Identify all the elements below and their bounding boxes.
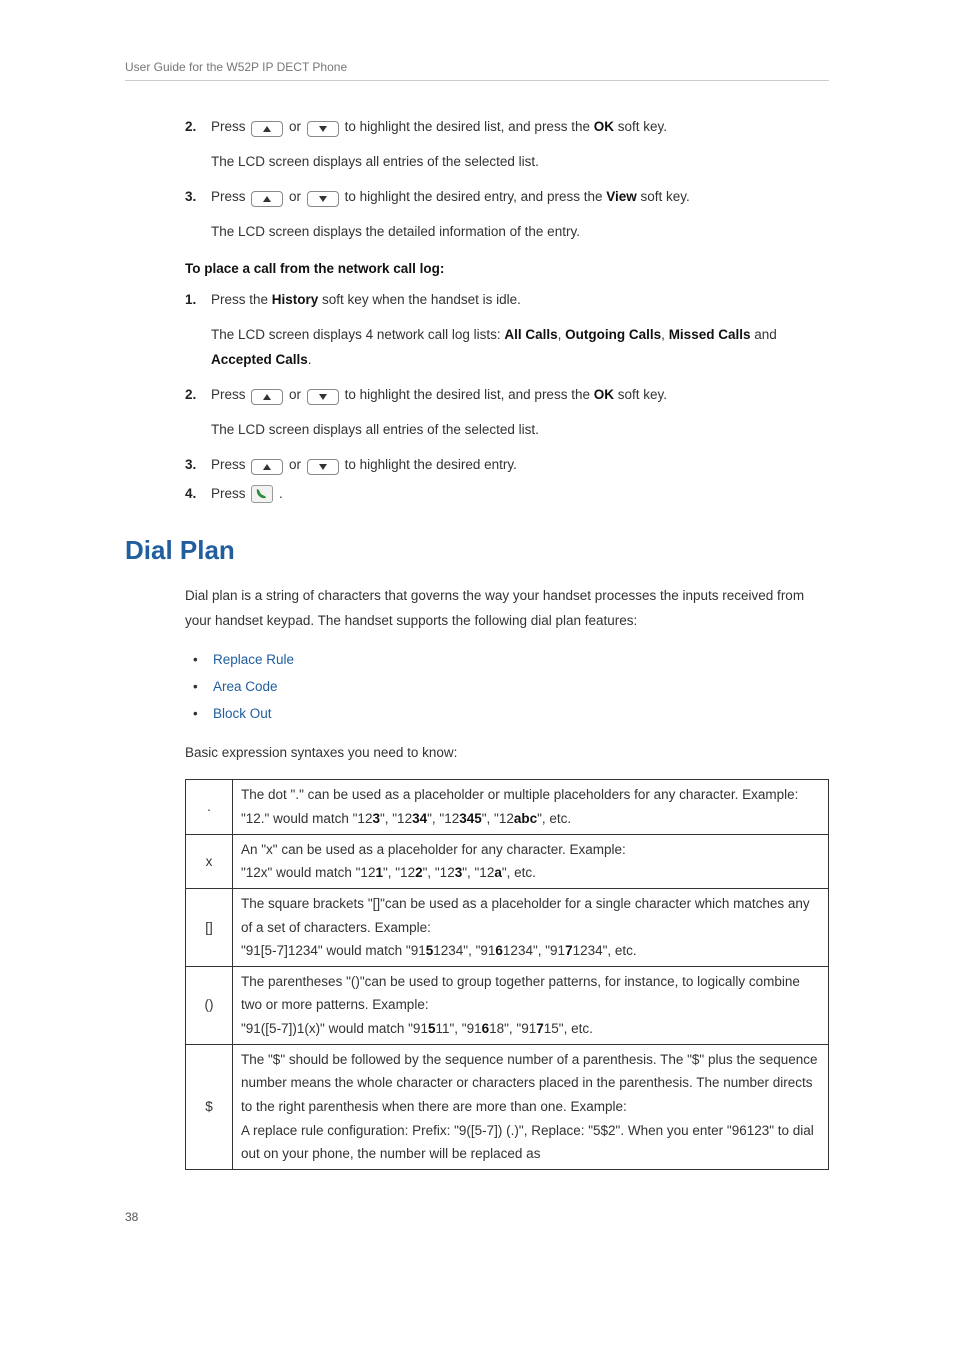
table-row: [] The square brackets "[]"can be used a…	[186, 888, 829, 966]
syntax-desc-cell: The "$" should be followed by the sequen…	[233, 1044, 829, 1169]
step-marker: 3.	[185, 453, 211, 478]
step-marker: 2.	[185, 115, 211, 140]
ok-label: OK	[594, 119, 614, 134]
link-replace-rule[interactable]: Replace Rule	[213, 652, 294, 667]
section-title: Dial Plan	[125, 535, 829, 566]
content-area: 2. Press or to highlight the desired lis…	[185, 115, 829, 507]
down-arrow-icon	[307, 191, 339, 207]
step-body: Press or to highlight the desired entry.	[211, 453, 829, 478]
syntax-desc-cell: The square brackets "[]"can be used as a…	[233, 888, 829, 966]
step-subtext: The LCD screen displays all entries of t…	[211, 150, 829, 175]
syntax-table: . The dot "." can be used as a placehold…	[185, 779, 829, 1169]
feature-bullets: Replace Rule Area Code Block Out	[185, 648, 829, 727]
history-label: History	[272, 292, 319, 307]
table-row: x An "x" can be used as a placeholder fo…	[186, 834, 829, 888]
step-subtext: The LCD screen displays the detailed inf…	[211, 220, 829, 245]
syntax-desc-cell: The parentheses "()"can be used to group…	[233, 966, 829, 1044]
syntax-desc-cell: The dot "." can be used as a placeholder…	[233, 780, 829, 834]
link-block-out[interactable]: Block Out	[213, 706, 272, 721]
step-body: Press the History soft key when the hand…	[211, 288, 829, 313]
step-marker: 4.	[185, 482, 211, 507]
list-item: 3. Press or to highlight the desired ent…	[185, 185, 829, 210]
list-item: Block Out	[185, 702, 829, 727]
table-row: $ The "$" should be followed by the sequ…	[186, 1044, 829, 1169]
step-subtext: The LCD screen displays 4 network call l…	[211, 323, 829, 373]
up-arrow-icon	[251, 191, 283, 207]
step-list-a2: 3. Press or to highlight the desired ent…	[185, 185, 829, 210]
ok-label: OK	[594, 387, 614, 402]
syntax-desc-cell: An "x" can be used as a placeholder for …	[233, 834, 829, 888]
step-marker: 1.	[185, 288, 211, 313]
step-body: Press or to highlight the desired list, …	[211, 115, 829, 140]
up-arrow-icon	[251, 459, 283, 475]
section-body: Dial plan is a string of characters that…	[185, 584, 829, 1170]
page-number: 38	[125, 1210, 829, 1224]
step-list-b3: 3. Press or to highlight the desired ent…	[185, 453, 829, 507]
table-row: . The dot "." can be used as a placehold…	[186, 780, 829, 834]
step-list-b2: 2. Press or to highlight the desired lis…	[185, 383, 829, 408]
list-item: 2. Press or to highlight the desired lis…	[185, 115, 829, 140]
syntax-symbol-cell: x	[186, 834, 233, 888]
table-row: () The parentheses "()"can be used to gr…	[186, 966, 829, 1044]
step-list-b: 1. Press the History soft key when the h…	[185, 288, 829, 313]
down-arrow-icon	[307, 459, 339, 475]
syntax-symbol-cell: ()	[186, 966, 233, 1044]
intro-paragraph: Dial plan is a string of characters that…	[185, 584, 829, 634]
step-body: Press or to highlight the desired entry,…	[211, 185, 829, 210]
step-marker: 3.	[185, 185, 211, 210]
up-arrow-icon	[251, 389, 283, 405]
list-item: 2. Press or to highlight the desired lis…	[185, 383, 829, 408]
syntax-symbol-cell: .	[186, 780, 233, 834]
list-item: Replace Rule	[185, 648, 829, 673]
running-header: User Guide for the W52P IP DECT Phone	[125, 60, 829, 81]
page: User Guide for the W52P IP DECT Phone 2.…	[0, 0, 954, 1264]
syntax-intro: Basic expression syntaxes you need to kn…	[185, 741, 829, 766]
list-item: 3. Press or to highlight the desired ent…	[185, 453, 829, 478]
step-marker: 2.	[185, 383, 211, 408]
step-subtext: The LCD screen displays all entries of t…	[211, 418, 829, 443]
syntax-symbol-cell: []	[186, 888, 233, 966]
list-item: Area Code	[185, 675, 829, 700]
step-body: Press .	[211, 482, 829, 507]
down-arrow-icon	[307, 121, 339, 137]
step-body: Press or to highlight the desired list, …	[211, 383, 829, 408]
syntax-symbol-cell: $	[186, 1044, 233, 1169]
down-arrow-icon	[307, 389, 339, 405]
view-label: View	[606, 189, 637, 204]
call-icon	[251, 485, 273, 503]
list-item: 4. Press .	[185, 482, 829, 507]
procedure-heading: To place a call from the network call lo…	[185, 261, 829, 276]
link-area-code[interactable]: Area Code	[213, 679, 278, 694]
list-item: 1. Press the History soft key when the h…	[185, 288, 829, 313]
up-arrow-icon	[251, 121, 283, 137]
step-list-a: 2. Press or to highlight the desired lis…	[185, 115, 829, 140]
